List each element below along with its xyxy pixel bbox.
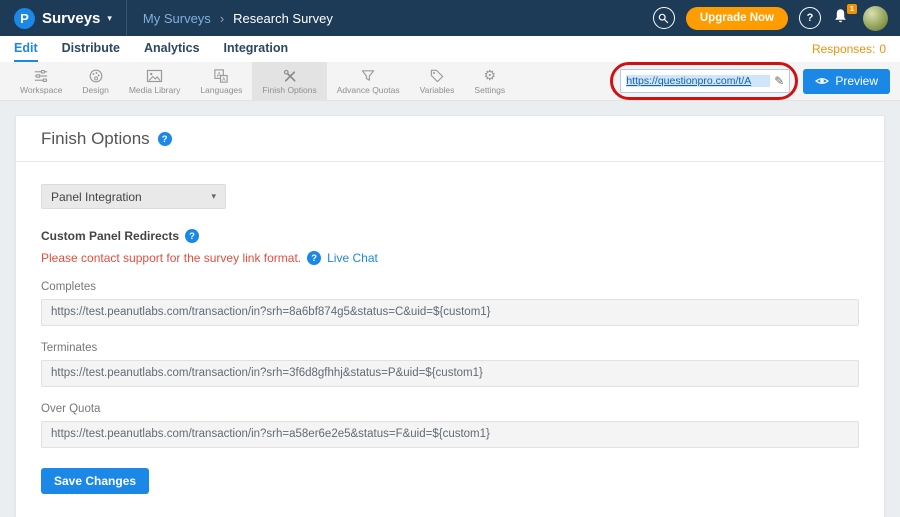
survey-url-wrap: https://questionpro.com/t/A ✎ — [620, 69, 790, 93]
toolbar-item-workspace[interactable]: Workspace — [10, 62, 72, 100]
toolbar-item-label: Advance Quotas — [337, 85, 400, 95]
toolbar-item-design[interactable]: Design — [72, 62, 118, 100]
product-switcher[interactable]: P Surveys ▾ — [0, 0, 127, 36]
preview-button[interactable]: Preview — [803, 69, 890, 94]
preview-label: Preview — [835, 74, 878, 88]
terminates-label: Terminates — [41, 342, 859, 354]
edit-toolbar: Workspace Design — [0, 62, 900, 101]
notifications-bell-icon[interactable]: 1 — [832, 8, 852, 28]
panel-integration-dropdown[interactable]: Panel Integration ▾ — [41, 184, 226, 209]
responses-label: Responses: — [812, 42, 875, 56]
toolbar-item-label: Languages — [200, 85, 242, 95]
notification-badge: 1 — [847, 4, 857, 14]
save-changes-button[interactable]: Save Changes — [41, 468, 149, 494]
topbar: P Surveys ▾ My Surveys › Research Survey… — [0, 0, 900, 36]
design-palette-icon — [88, 67, 104, 84]
completes-label: Completes — [41, 281, 859, 293]
over-quota-url-field[interactable]: https://test.peanutlabs.com/transaction/… — [41, 421, 859, 448]
search-icon[interactable] — [653, 7, 675, 29]
upgrade-now-button[interactable]: Upgrade Now — [686, 7, 788, 30]
media-library-icon — [146, 67, 163, 84]
section-heading-text: Custom Panel Redirects — [41, 229, 179, 243]
toolbar-item-languages[interactable]: A A Languages — [190, 62, 252, 100]
toolbar-item-finish-options[interactable]: Finish Options — [252, 62, 326, 100]
card-body: Panel Integration ▾ Custom Panel Redirec… — [16, 162, 884, 517]
topbar-actions: Upgrade Now ? 1 — [653, 6, 900, 31]
survey-url-text: https://questionpro.com/t/A — [626, 75, 770, 87]
completes-url-field[interactable]: https://test.peanutlabs.com/transaction/… — [41, 299, 859, 326]
tab-integration[interactable]: Integration — [224, 36, 289, 62]
over-quota-field-group: Over Quota https://test.peanutlabs.com/t… — [41, 403, 859, 448]
svg-text:A: A — [222, 77, 226, 83]
finish-options-tools-icon — [282, 67, 298, 84]
eye-icon — [815, 76, 829, 86]
support-note-row: Please contact support for the survey li… — [41, 251, 859, 265]
terminates-field-group: Terminates https://test.peanutlabs.com/t… — [41, 342, 859, 387]
live-chat-link[interactable]: Live Chat — [327, 251, 378, 265]
breadcrumb: My Surveys › Research Survey — [127, 11, 333, 26]
survey-nav-tabs: Edit Distribute Analytics Integration Re… — [0, 36, 900, 62]
toolbar-item-variables[interactable]: Variables — [410, 62, 465, 100]
custom-panel-redirects-heading: Custom Panel Redirects ? — [41, 229, 859, 243]
magnifier-glyph — [657, 12, 670, 25]
toolbar-item-settings[interactable]: ⚙ Settings — [464, 62, 515, 100]
avatar[interactable] — [863, 6, 888, 31]
toolbar-item-advance-quotas[interactable]: Advance Quotas — [327, 62, 410, 100]
over-quota-label: Over Quota — [41, 403, 859, 415]
toolbar-item-label: Workspace — [20, 85, 62, 95]
advance-quotas-funnel-icon — [360, 67, 376, 84]
toolbar-item-media-library[interactable]: Media Library — [119, 62, 191, 100]
responses-count: 0 — [879, 42, 886, 56]
help-icon[interactable]: ? — [799, 7, 821, 29]
toolbar-item-label: Settings — [474, 85, 505, 95]
responses-counter: Responses: 0 — [812, 42, 886, 56]
finish-options-help-icon[interactable]: ? — [158, 132, 172, 146]
chevron-down-icon: ▾ — [211, 191, 216, 202]
terminates-url-field[interactable]: https://test.peanutlabs.com/transaction/… — [41, 360, 859, 387]
tab-distribute[interactable]: Distribute — [62, 36, 120, 62]
toolbar-item-label: Design — [82, 85, 108, 95]
edit-url-pencil-icon[interactable]: ✎ — [774, 74, 784, 88]
page-title: Finish Options — [41, 129, 150, 149]
chevron-down-icon: ▾ — [107, 13, 112, 24]
completes-field-group: Completes https://test.peanutlabs.com/tr… — [41, 281, 859, 326]
tab-analytics[interactable]: Analytics — [144, 36, 200, 62]
breadcrumb-separator-icon: › — [220, 11, 224, 26]
main-content: Finish Options ? Panel Integration ▾ Cus… — [0, 101, 900, 517]
toolbar-item-label: Variables — [420, 85, 455, 95]
app-name: Surveys — [42, 10, 100, 27]
questionpro-logo: P — [14, 8, 35, 29]
toolbar-item-label: Media Library — [129, 85, 181, 95]
support-note-text: Please contact support for the survey li… — [41, 251, 301, 265]
languages-icon: A A — [213, 67, 229, 84]
app-window: P Surveys ▾ My Surveys › Research Survey… — [0, 0, 900, 517]
tab-edit[interactable]: Edit — [14, 36, 38, 62]
variables-tag-icon — [429, 67, 445, 84]
survey-url-input[interactable]: https://questionpro.com/t/A ✎ — [620, 69, 790, 93]
breadcrumb-current-survey: Research Survey — [233, 11, 333, 26]
svg-text:A: A — [217, 72, 222, 79]
finish-options-card: Finish Options ? Panel Integration ▾ Cus… — [15, 115, 885, 517]
workspace-icon — [33, 67, 49, 84]
live-chat-help-icon[interactable]: ? — [307, 251, 321, 265]
toolbar-right: https://questionpro.com/t/A ✎ Preview — [620, 62, 900, 100]
gear-icon: ⚙ — [484, 67, 497, 84]
breadcrumb-my-surveys[interactable]: My Surveys — [143, 11, 211, 26]
card-header: Finish Options ? — [16, 116, 884, 162]
redirects-help-icon[interactable]: ? — [185, 229, 199, 243]
dropdown-selected-value: Panel Integration — [51, 190, 142, 204]
toolbar-item-label: Finish Options — [262, 85, 316, 95]
